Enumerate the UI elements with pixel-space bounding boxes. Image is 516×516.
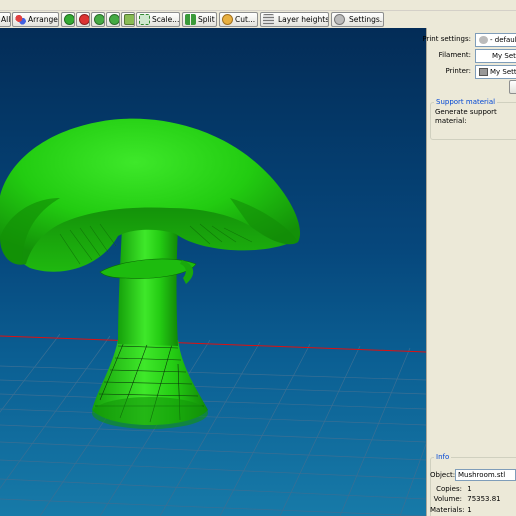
cut-button[interactable]: Cut... [219, 12, 258, 27]
settings-gear-button[interactable] [509, 80, 516, 94]
print-settings-select[interactable]: - default [475, 33, 516, 47]
rotate-left-icon [94, 14, 104, 25]
settings-label: Settings... [349, 15, 384, 24]
volume-value: 75353.81 [467, 495, 501, 503]
printer-label: Printer: [445, 67, 471, 75]
cut-label: Cut... [235, 15, 256, 24]
cut-icon [222, 14, 233, 25]
materials-value: 1 [467, 506, 472, 514]
info-object-row: Object: [430, 471, 457, 479]
layer-heights-button[interactable]: Layer heights... [260, 12, 329, 27]
rotate-axis-button[interactable] [121, 12, 135, 27]
printer-row: Printer: My Settings [427, 65, 516, 79]
arrange-icon [15, 14, 26, 25]
split-label: Split [198, 15, 215, 24]
toolbar: All Arrange Scale... Split Cut... Layer … [0, 11, 516, 28]
filament-label: Filament: [438, 51, 471, 59]
object-value: Mushroom.stl [458, 471, 506, 479]
print-settings-label: Print settings: [422, 35, 471, 43]
3d-scene [0, 118, 426, 516]
print-settings-value: - default [490, 36, 516, 44]
split-icon [185, 14, 196, 25]
info-title: Info [436, 453, 450, 461]
layer-heights-icon [263, 14, 274, 25]
support-material-title: Support material [436, 98, 496, 106]
scale-button[interactable]: Scale... [136, 12, 180, 27]
volume-label: Volume: [433, 495, 462, 503]
delete-all-label: All [1, 15, 11, 24]
printer-value: My Settings [490, 68, 516, 76]
object-label: Object: [430, 471, 456, 479]
print-settings-row: Print settings: - default [422, 33, 516, 47]
copies-value: 1 [467, 485, 472, 493]
object-select[interactable]: Mushroom.stl [455, 469, 516, 481]
arrange-button[interactable]: Arrange [12, 12, 59, 27]
add-icon [64, 14, 74, 25]
delete-all-button[interactable]: All [0, 12, 11, 27]
info-materials-row: Materials: 1 [430, 506, 472, 514]
support-material-text: Generate support material: [435, 108, 497, 125]
layer-heights-label: Layer heights... [278, 15, 329, 24]
filament-select[interactable]: My Settings [475, 49, 516, 63]
rotate-right-button[interactable] [106, 12, 120, 27]
scale-icon [139, 14, 150, 25]
settings-icon [334, 14, 345, 25]
printer-select[interactable]: My Settings [475, 65, 516, 79]
remove-icon [79, 14, 89, 25]
stem [118, 228, 178, 346]
floor-grid [0, 333, 426, 516]
info-volume-row: Volume: 75353.81 [430, 495, 501, 503]
x-axis-line [0, 335, 426, 353]
split-button[interactable]: Split [182, 12, 217, 27]
rotate-axis-icon [124, 14, 134, 25]
3d-viewport[interactable] [0, 28, 426, 516]
arrange-label: Arrange [28, 15, 58, 24]
remove-object-button[interactable] [76, 12, 90, 27]
settings-button[interactable]: Settings... [331, 12, 384, 27]
copies-label: Copies: [436, 485, 462, 493]
print-settings-icon [479, 36, 488, 44]
support-material-group: Support material Generate support materi… [430, 98, 516, 140]
materials-label: Materials: [430, 506, 465, 514]
filament-value: My Settings [492, 52, 516, 60]
filament-row: Filament: My Settings [427, 49, 516, 63]
window-top-strip [0, 0, 516, 11]
settings-panel: Print settings: - default Filament: My S… [422, 28, 516, 516]
scale-label: Scale... [152, 15, 180, 24]
add-object-button[interactable] [61, 12, 75, 27]
rotate-right-icon [109, 14, 119, 25]
info-copies-row: Copies: 1 [430, 485, 472, 493]
rotate-left-button[interactable] [91, 12, 105, 27]
printer-icon [479, 68, 488, 76]
